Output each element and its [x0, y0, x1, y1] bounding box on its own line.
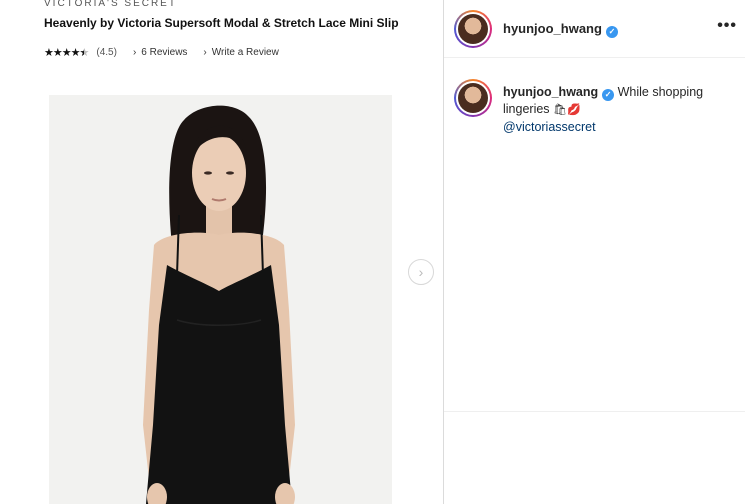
- star-icon: ★: [44, 47, 54, 59]
- caption-avatar[interactable]: [454, 79, 492, 117]
- instagram-post-window: VICTORIA'S SECRET Heavenly by Victoria S…: [0, 0, 745, 504]
- rating-value: (4.5): [96, 47, 117, 58]
- verified-badge-icon: ✓: [605, 26, 618, 38]
- header-username[interactable]: hyunjoo_hwang ✓: [503, 21, 618, 38]
- star-icon: ★: [61, 47, 72, 59]
- chevron-right-icon: ›: [132, 47, 137, 58]
- star-icon: ★: [70, 47, 81, 59]
- verified-badge-icon: ✓: [602, 89, 615, 101]
- rating-row: ★ ★ ★ ★ ★★ (4.5) › 6 Reviews › Write a R…: [44, 46, 279, 59]
- caption-emoji: 🛍💋: [553, 104, 581, 116]
- product-title: Heavenly by Victoria Supersoft Modal & S…: [44, 16, 399, 30]
- next-image-button[interactable]: ›: [408, 259, 434, 285]
- caption-text: hyunjoo_hwang ✓ While shopping lingeries …: [503, 84, 735, 136]
- write-review-link[interactable]: › Write a Review: [203, 47, 278, 58]
- reviews-link-label: 6 Reviews: [141, 47, 188, 58]
- reviews-link[interactable]: › 6 Reviews: [133, 47, 187, 58]
- star-icon: ★: [52, 47, 63, 59]
- more-options-icon[interactable]: •••: [717, 17, 737, 35]
- post-header: hyunjoo_hwang ✓ •••: [444, 0, 745, 58]
- model-photo-illustration: [49, 95, 392, 504]
- avatar[interactable]: [454, 10, 492, 48]
- header-username-text[interactable]: hyunjoo_hwang: [503, 21, 602, 36]
- brand-name: VICTORIA'S SECRET: [44, 0, 177, 9]
- comments-divider: [444, 411, 745, 412]
- post-media[interactable]: VICTORIA'S SECRET Heavenly by Victoria S…: [0, 0, 443, 504]
- half-star-icon: ★★: [79, 47, 90, 59]
- mention-link[interactable]: @victoriassecret: [503, 120, 596, 134]
- write-review-label: Write a Review: [211, 47, 279, 58]
- chevron-right-icon: ›: [203, 47, 207, 58]
- pane-divider: [443, 0, 444, 504]
- product-photo: [49, 95, 392, 504]
- star-rating: ★ ★ ★ ★ ★★: [44, 46, 90, 59]
- chevron-right-icon: ›: [418, 264, 424, 280]
- caption-username[interactable]: hyunjoo_hwang: [503, 85, 598, 99]
